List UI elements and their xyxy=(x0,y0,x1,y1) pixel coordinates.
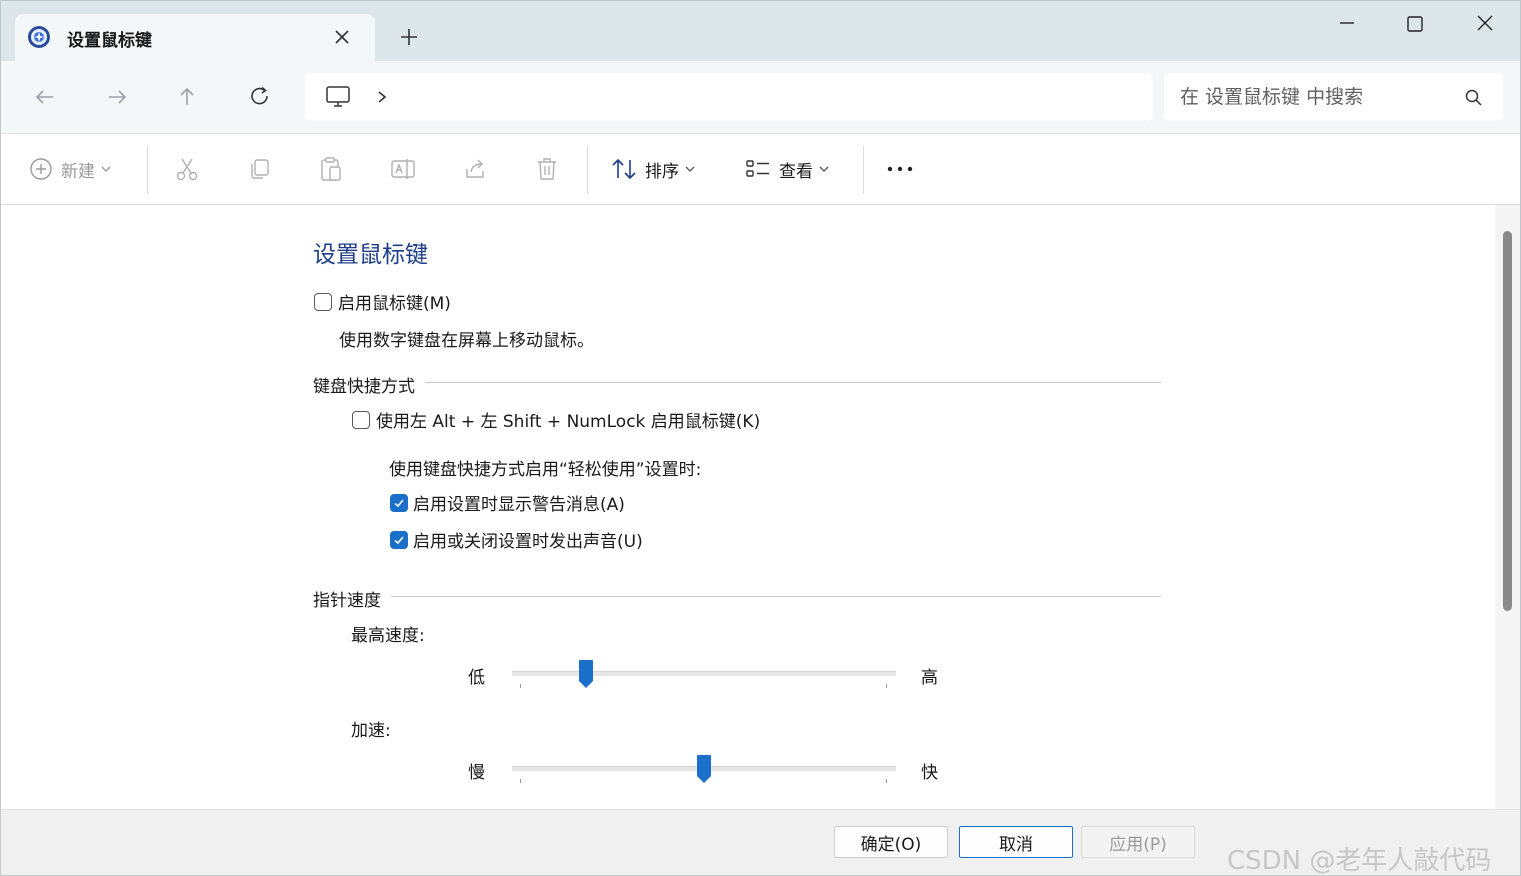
group-divider xyxy=(391,596,1161,597)
dialog-footer: 确定(O) 取消 应用(P) CSDN @老年人敲代码 xyxy=(1,809,1520,876)
search-box[interactable] xyxy=(1164,73,1503,121)
tab-title: 设置鼠标键 xyxy=(67,31,152,51)
top-speed-min-label: 低 xyxy=(468,668,485,688)
enable-mouse-keys-label[interactable]: 启用鼠标键(M) xyxy=(338,289,451,314)
delete-button[interactable] xyxy=(535,134,559,204)
command-bar: 新建 排序 查看 xyxy=(1,134,1520,205)
acceleration-max-label: 快 xyxy=(921,763,938,783)
more-dots-icon xyxy=(887,166,913,172)
forward-arrow-icon[interactable] xyxy=(103,83,131,111)
copy-button[interactable] xyxy=(247,134,271,204)
slider-tick xyxy=(886,684,887,688)
search-input[interactable] xyxy=(1178,81,1452,113)
maximize-icon[interactable] xyxy=(1395,9,1435,39)
refresh-icon[interactable] xyxy=(246,83,274,111)
shortcut-checkbox[interactable] xyxy=(352,411,370,429)
top-speed-label: 最高速度: xyxy=(351,626,425,646)
slider-tick xyxy=(886,779,887,783)
shortcut-label[interactable]: 使用左 Alt + 左 Shift + NumLock 启用鼠标键(K) xyxy=(376,407,760,432)
view-label: 查看 xyxy=(779,161,813,182)
acceleration-slider[interactable] xyxy=(512,752,896,792)
close-window-icon[interactable] xyxy=(1465,9,1505,39)
navigation-bar xyxy=(1,61,1520,134)
apply-button[interactable]: 应用(P) xyxy=(1081,826,1195,858)
new-label: 新建 xyxy=(61,161,95,182)
slider-rail xyxy=(512,671,896,676)
watermark: CSDN @老年人敲代码 xyxy=(1227,846,1492,876)
play-sound-checkbox[interactable] xyxy=(390,531,408,549)
group-divider xyxy=(425,382,1161,383)
slider-tick xyxy=(520,779,521,783)
toolbar-divider xyxy=(147,146,148,194)
address-bar[interactable] xyxy=(305,73,1153,121)
cut-button[interactable] xyxy=(175,134,199,204)
more-options-button[interactable] xyxy=(885,134,915,204)
keyboard-shortcut-heading: 键盘快捷方式 xyxy=(313,377,415,397)
chevron-down-icon xyxy=(101,166,111,172)
chevron-down-icon xyxy=(819,166,829,172)
new-button[interactable]: 新建 xyxy=(29,134,111,204)
toolbar-divider xyxy=(587,146,588,194)
share-icon xyxy=(466,159,484,178)
explorer-window: 设置鼠标键 在 设置鼠标键 中搜索 新建 排序 查看 设置鼠标键 启用鼠标键(M… xyxy=(0,0,1521,876)
title-bar: 设置鼠标键 xyxy=(1,1,1520,61)
cancel-button[interactable]: 取消 xyxy=(959,826,1073,858)
rename-button[interactable] xyxy=(390,134,416,204)
pointer-speed-heading: 指针速度 xyxy=(313,591,381,611)
top-speed-max-label: 高 xyxy=(921,668,938,688)
slider-tick xyxy=(520,684,521,688)
vertical-scrollbar[interactable] xyxy=(1495,205,1520,809)
enable-mouse-keys-checkbox[interactable] xyxy=(314,293,332,311)
sort-button[interactable]: 排序 xyxy=(611,134,695,204)
add-circle-icon xyxy=(30,158,52,180)
enable-description: 使用数字键盘在屏幕上移动鼠标。 xyxy=(339,331,594,351)
play-sound-label[interactable]: 启用或关闭设置时发出声音(U) xyxy=(413,527,643,552)
up-arrow-icon[interactable] xyxy=(173,83,201,111)
new-tab-icon[interactable] xyxy=(397,25,421,49)
chevron-down-icon xyxy=(685,166,695,172)
slider-thumb[interactable] xyxy=(578,659,594,689)
computer-icon xyxy=(326,86,350,107)
sort-icon xyxy=(612,158,636,180)
share-button[interactable] xyxy=(463,134,487,204)
acceleration-label: 加速: xyxy=(351,721,391,741)
page-title: 设置鼠标键 xyxy=(313,242,428,268)
checkmark-icon xyxy=(394,499,404,508)
copy-icon xyxy=(251,159,269,179)
view-button[interactable]: 查看 xyxy=(745,134,829,204)
minimize-icon[interactable] xyxy=(1327,9,1367,39)
tab-mouse-keys[interactable]: 设置鼠标键 xyxy=(15,14,375,61)
shortcut-settings-label: 使用键盘快捷方式启用“轻松使用”设置时: xyxy=(389,460,702,480)
slider-thumb[interactable] xyxy=(696,754,712,784)
show-warning-checkbox[interactable] xyxy=(390,494,408,512)
toolbar-divider xyxy=(863,146,864,194)
top-speed-slider[interactable] xyxy=(512,657,896,697)
close-tab-icon[interactable] xyxy=(331,26,353,48)
ease-of-access-icon xyxy=(28,26,50,48)
trash-icon xyxy=(538,158,556,180)
clipboard-icon xyxy=(321,157,341,181)
acceleration-min-label: 慢 xyxy=(468,763,485,783)
ok-button[interactable]: 确定(O) xyxy=(834,826,948,858)
back-arrow-icon[interactable] xyxy=(31,83,59,111)
paste-button[interactable] xyxy=(319,134,343,204)
show-warning-label[interactable]: 启用设置时显示警告消息(A) xyxy=(413,490,625,515)
scrollbar-thumb[interactable] xyxy=(1503,231,1512,611)
rename-icon xyxy=(391,159,415,179)
chevron-right-icon[interactable] xyxy=(375,88,389,106)
sort-label: 排序 xyxy=(645,161,679,182)
search-icon[interactable] xyxy=(1464,88,1484,108)
scissors-icon xyxy=(176,158,198,181)
checkmark-icon xyxy=(394,536,404,545)
content-pane: 设置鼠标键 启用鼠标键(M) 使用数字键盘在屏幕上移动鼠标。 键盘快捷方式 使用… xyxy=(1,205,1495,809)
view-list-icon xyxy=(746,160,769,177)
